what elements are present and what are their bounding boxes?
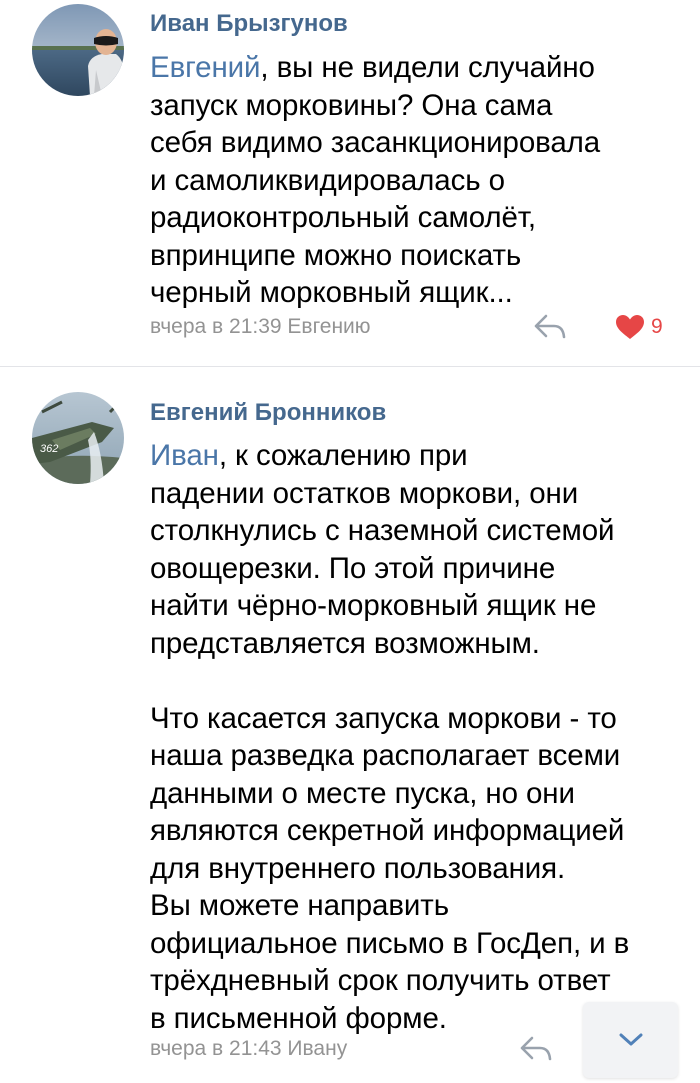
reply-arrow-icon [534,314,566,339]
comment-body: , вы не видели случайно запуск морковины… [150,51,601,309]
comments-page: Иван Брызгунов Евгений, вы не видели слу… [0,0,700,1083]
comment-body: , к сожалению при падении остатков морко… [150,439,630,1035]
comment-meta[interactable]: вчера в 21:43 Ивану [150,1036,347,1062]
like-button[interactable]: 9 [615,312,663,342]
avatar-label: 362 [40,443,58,455]
reply-button[interactable] [532,312,568,342]
comment-text: Иван, к сожалению при падении остатков м… [150,437,680,1037]
avatar[interactable]: 362 [32,392,124,484]
like-count: 9 [651,315,663,338]
reply-arrow-icon [520,1036,552,1061]
comment-meta[interactable]: вчера в 21:39 Евгению [150,314,371,340]
reply-button[interactable] [518,1034,554,1064]
comment-divider [0,366,700,367]
avatar[interactable] [32,4,124,96]
heart-icon [616,315,644,339]
comment-author[interactable]: Евгений Бронников [150,398,386,428]
avatar-photo [32,4,124,96]
scroll-down-button[interactable] [583,1002,678,1078]
comment-text: Евгений, вы не видели случайно запуск мо… [150,49,680,312]
avatar-photo: 362 [32,392,124,484]
mention-link[interactable]: Иван [150,439,219,472]
mention-link[interactable]: Евгений [150,51,261,84]
chevron-down-icon [619,1033,642,1046]
comment-author[interactable]: Иван Брызгунов [150,9,348,39]
